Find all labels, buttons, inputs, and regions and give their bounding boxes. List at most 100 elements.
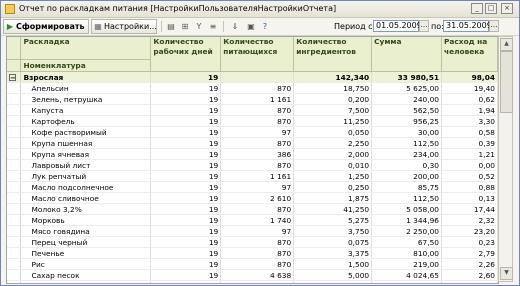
table-row[interactable]: Молоко 3,2% 19 870 41,250 5 058,00 17,44: [7, 203, 498, 215]
item-name: Зелень, петрушка: [20, 93, 152, 105]
vertical-scrollbar[interactable]: ▲ ▼: [498, 36, 513, 282]
item-eaters: 870: [220, 236, 295, 248]
item-eaters: 2 610: [220, 192, 295, 204]
save-icon[interactable]: ▣: [245, 21, 257, 32]
collapse-icon[interactable]: −: [9, 73, 16, 81]
scroll-up-icon[interactable]: ▲: [500, 38, 513, 51]
item-name: Свекла: [20, 280, 152, 283]
table-row[interactable]: Капуста 19 870 7,500 562,50 1,94: [7, 104, 498, 116]
item-ingredients: 2,250: [293, 137, 373, 149]
item-eaters: 1 740: [220, 214, 295, 226]
help-icon[interactable]: ?: [259, 21, 271, 32]
date-from-input[interactable]: 01.05.2009: [373, 20, 422, 32]
col-sum-header[interactable]: Сумма: [371, 37, 443, 72]
table-row[interactable]: Печенье 19 870 3,375 810,00 2,79: [7, 247, 498, 259]
table-row[interactable]: Рис 19 870 1,500 219,00 2,26: [7, 258, 498, 270]
table-row[interactable]: Масло сливочное 19 2 610 1,875 112,50 0,13: [7, 192, 498, 204]
col-workdays-header[interactable]: Количество рабочих дней: [150, 37, 222, 72]
item-workdays: 19: [150, 82, 222, 94]
group-icon[interactable]: ⊞: [179, 21, 191, 32]
table-row[interactable]: Сахар песок 19 4 638 5,000 4 024,65 2,60: [7, 269, 498, 281]
item-sum: 810,00: [371, 247, 443, 259]
group-column: [7, 181, 22, 193]
item-ingredients: 3,750: [293, 225, 373, 237]
item-ingredients: 0,075: [293, 236, 373, 248]
settings-button[interactable]: ▦ Настройки...: [91, 19, 157, 34]
group-per-person: 98,04: [441, 71, 498, 83]
item-eaters: 97: [220, 225, 295, 237]
table-row[interactable]: Морковь 19 1 740 5,275 1 344,96 2,32: [7, 214, 498, 226]
item-workdays: 19: [150, 148, 222, 160]
item-name: Капуста: [20, 104, 152, 116]
item-ingredients: 0,050: [293, 126, 373, 138]
col-per-person-header[interactable]: Расход на человека: [441, 37, 498, 72]
col-nomenclature-header[interactable]: Номенклатура: [20, 59, 152, 72]
table-row[interactable]: Лавровый лист 19 870 0,010 0,30 0,00: [7, 159, 498, 171]
item-workdays: 19: [150, 203, 222, 215]
scroll-thumb[interactable]: [500, 51, 513, 113]
item-eaters: 870: [220, 203, 295, 215]
table-row[interactable]: Апельсин 19 870 18,750 5 625,00 19,40: [7, 82, 498, 94]
table-row[interactable]: Крупа пшенная 19 870 2,250 112,50 0,39: [7, 137, 498, 149]
group-toggle-cell[interactable]: −: [7, 71, 22, 83]
table-row[interactable]: Кофе растворимый 19 97 0,050 30,00 0,58: [7, 126, 498, 138]
item-sum: 200,00: [371, 170, 443, 182]
item-name: Мясо говядина: [20, 225, 152, 237]
item-eaters: 870: [220, 115, 295, 127]
group-column: [7, 214, 22, 226]
col-ingredients-header[interactable]: Количество ингредиентов: [293, 37, 373, 72]
separator: [161, 21, 162, 32]
table-row[interactable]: Масло подсолнечное 19 97 0,250 85,75 0,88: [7, 181, 498, 193]
item-per-person: 0,13: [441, 192, 498, 204]
table-row[interactable]: Крупа ячневая 19 386 2,000 234,00 1,21: [7, 148, 498, 160]
item-per-person: 0,52: [441, 170, 498, 182]
group-row[interactable]: − Взрослая 19 142,340 33 980,51 98,04: [7, 71, 498, 83]
maximize-button[interactable]: □: [485, 3, 497, 14]
title-bar[interactable]: Отчет по раскладкам питания [НастройкиПо…: [1, 1, 519, 18]
item-sum: 4 024,65: [371, 269, 443, 281]
date-from-picker-button[interactable]: …: [419, 20, 429, 32]
sort-icon[interactable]: ≡: [207, 21, 219, 32]
item-eaters: 97: [220, 126, 295, 138]
item-workdays: 19: [150, 115, 222, 127]
item-name: Масло сливочное: [20, 192, 152, 204]
item-per-person: 2,26: [441, 258, 498, 270]
table-row[interactable]: Перец черный 19 870 0,075 67,50 0,23: [7, 236, 498, 248]
group-workdays: 19: [150, 71, 222, 83]
item-workdays: 19: [150, 269, 222, 281]
table-row[interactable]: Картофель 19 870 11,250 956,25 3,30: [7, 115, 498, 127]
group-column: [7, 203, 22, 215]
item-sum: 219,00: [371, 258, 443, 270]
item-sum: 30,00: [371, 126, 443, 138]
table-row[interactable]: Свекла198703,750318,751,10: [7, 280, 498, 283]
item-ingredients: 3,375: [293, 247, 373, 259]
minimize-button[interactable]: _: [471, 3, 483, 14]
item-eaters: 386: [220, 148, 295, 160]
table-row[interactable]: Мясо говядина 19 97 3,750 2 250,00 23,20: [7, 225, 498, 237]
col-layout-header[interactable]: Раскладка: [20, 37, 152, 60]
item-eaters: 870: [220, 137, 295, 149]
item-name: Крупа пшенная: [20, 137, 152, 149]
table-row[interactable]: Лук репчатый 19 1 161 1,250 200,00 0,52: [7, 170, 498, 182]
item-per-person: 19,40: [441, 82, 498, 94]
filter-icon[interactable]: Y: [193, 21, 205, 32]
table-row[interactable]: Зелень, петрушка 19 1 161 0,200 240,00 0,62: [7, 93, 498, 105]
item-sum: 112,50: [371, 137, 443, 149]
item-eaters: 870: [220, 258, 295, 270]
move-down-icon[interactable]: ⇓: [229, 21, 241, 32]
item-per-person: 0,58: [441, 126, 498, 138]
item-name: Масло подсолнечное: [20, 181, 152, 193]
group-column: [7, 59, 22, 72]
item-workdays: 19: [150, 104, 222, 116]
item-workdays: 19: [150, 280, 222, 283]
report-table[interactable]: Раскладка Количество рабочих дней Количе…: [6, 36, 499, 284]
item-sum: 2 250,00: [371, 225, 443, 237]
report-icon: [5, 4, 15, 14]
col-eaters-header[interactable]: Количество питающихся: [220, 37, 295, 72]
date-to-picker-button[interactable]: …: [489, 20, 499, 32]
date-to-input[interactable]: 31.05.2009: [443, 20, 492, 32]
table-icon[interactable]: ▤: [165, 21, 177, 32]
scroll-down-icon[interactable]: ▼: [500, 267, 513, 280]
generate-button[interactable]: ▶ Сформировать: [3, 19, 89, 34]
close-button[interactable]: ×: [501, 3, 513, 14]
